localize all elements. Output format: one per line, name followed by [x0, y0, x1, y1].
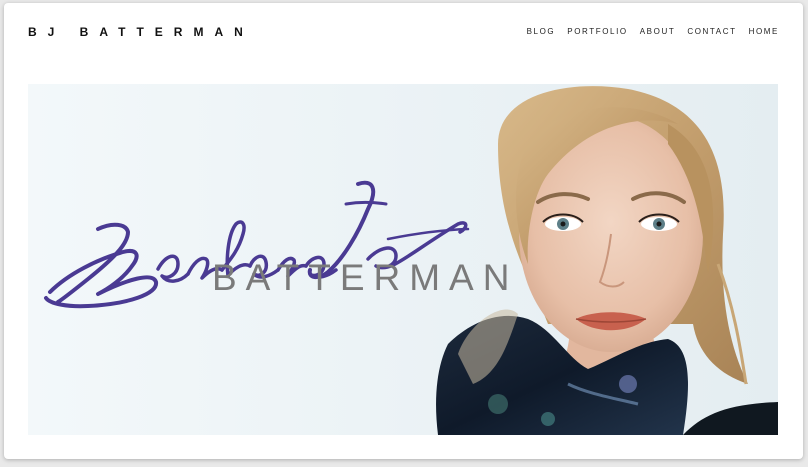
nav-item-contact[interactable]: CONTACT — [687, 27, 736, 36]
nav-item-blog[interactable]: BLOG — [527, 27, 556, 36]
main-nav: BLOG PORTFOLIO ABOUT CONTACT HOME — [527, 27, 779, 36]
site-title[interactable]: BJ BATTERMAN — [28, 25, 254, 39]
nav-item-home[interactable]: HOME — [749, 27, 779, 36]
nav-item-portfolio[interactable]: PORTFOLIO — [567, 27, 627, 36]
surname-wordmark: BATTERMAN — [212, 257, 519, 298]
page-frame: BJ BATTERMAN BLOG PORTFOLIO ABOUT CONTAC… — [4, 3, 803, 459]
hero-banner: BATTERMAN — [28, 84, 778, 435]
nav-item-about[interactable]: ABOUT — [640, 27, 676, 36]
